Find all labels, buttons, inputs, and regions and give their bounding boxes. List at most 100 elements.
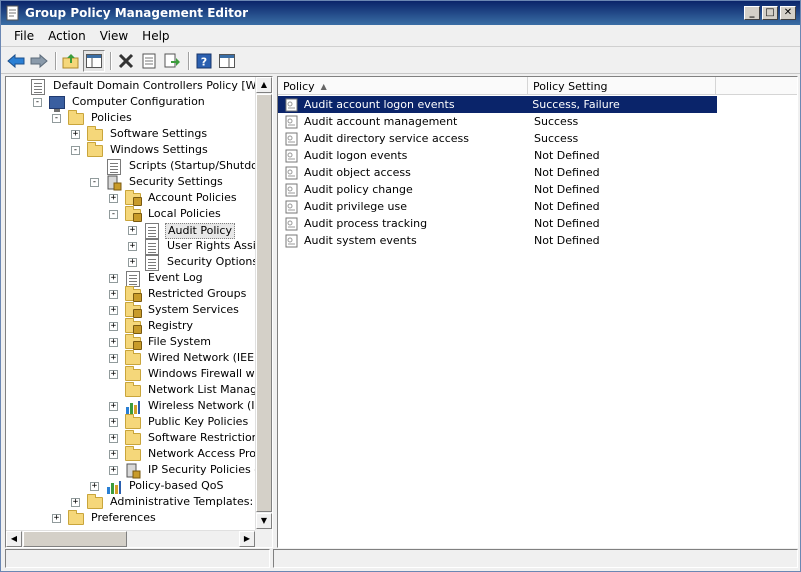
minimize-button[interactable]: _ — [744, 6, 760, 20]
tree-item[interactable]: + Audit Policy — [6, 223, 256, 239]
menu-help[interactable]: Help — [135, 27, 176, 45]
expand-icon[interactable]: + — [109, 274, 118, 283]
status-pane-right — [273, 549, 798, 568]
tree-item[interactable]: + Account Policies — [6, 190, 256, 207]
expand-icon[interactable]: + — [71, 130, 80, 139]
policy-row[interactable]: Audit directory service access Success — [278, 130, 720, 147]
scroll-thumb[interactable] — [256, 94, 272, 512]
expand-icon[interactable]: + — [109, 338, 118, 347]
security-folder-icon — [125, 190, 142, 206]
tree-vertical-scrollbar[interactable]: ▲ ▼ — [255, 77, 272, 530]
collapse-icon[interactable]: - — [109, 210, 118, 219]
expand-icon[interactable]: + — [128, 226, 137, 235]
policy-row[interactable]: Audit privilege use Not Defined — [278, 198, 720, 215]
hscroll-thumb[interactable] — [23, 531, 127, 547]
tree-item[interactable]: - Local Policies — [6, 206, 256, 223]
tree-item[interactable]: - Computer Configuration — [6, 95, 256, 112]
forward-button[interactable] — [28, 50, 50, 72]
tree-item[interactable]: + Policy-based QoS — [6, 479, 256, 495]
tree-item[interactable]: Scripts (Startup/Shutdown) — [6, 159, 256, 175]
tree-item[interactable]: + Event Log — [6, 271, 256, 287]
policy-row[interactable]: Audit system events Not Defined — [278, 232, 720, 249]
main-panes: Default Domain Controllers Policy [W8STD… — [5, 76, 798, 549]
properties-button[interactable] — [138, 50, 160, 72]
show-hide-tree-button[interactable] — [83, 49, 105, 72]
tree-item[interactable]: + User Rights Assignmen — [6, 239, 256, 255]
scroll-up-button[interactable]: ▲ — [256, 77, 272, 93]
policy-row[interactable]: Audit account logon events Success, Failu… — [278, 96, 717, 113]
expand-icon[interactable]: + — [109, 194, 118, 203]
scroll-down-button[interactable]: ▼ — [256, 513, 272, 529]
collapse-icon[interactable]: - — [33, 98, 42, 107]
tree-item[interactable]: - Windows Settings — [6, 142, 256, 159]
tree-item[interactable]: + System Services — [6, 302, 256, 319]
column-header-policy-setting[interactable]: Policy Setting — [528, 77, 716, 95]
scroll-left-button[interactable]: ◀ — [6, 531, 22, 547]
tree-item[interactable]: Network List Manager Polic — [6, 382, 256, 399]
policy-name: Audit account management — [304, 115, 458, 128]
collapse-icon[interactable]: - — [52, 114, 61, 123]
tree-item[interactable]: + Software Settings — [6, 126, 256, 143]
expand-icon[interactable]: + — [90, 482, 99, 491]
tree-item[interactable]: Default Domain Controllers Policy [W8STD… — [6, 79, 256, 95]
details-pane[interactable]: Policy ▲ Policy Setting Audit account lo… — [277, 76, 798, 548]
policy-row[interactable]: Audit process tracking Not Defined — [278, 215, 720, 232]
tree-item[interactable]: + IP Security Policies on Activ — [6, 463, 256, 479]
close-button[interactable]: ✕ — [780, 6, 796, 20]
show-hide-action-pane-button[interactable] — [216, 50, 238, 72]
expand-icon[interactable]: + — [109, 418, 118, 427]
policy-name: Audit policy change — [304, 183, 413, 196]
tree-item[interactable]: - Security Settings — [6, 175, 256, 191]
column-header-policy[interactable]: Policy ▲ — [278, 77, 528, 95]
maximize-button[interactable]: □ — [762, 6, 778, 20]
menu-action[interactable]: Action — [41, 27, 93, 45]
export-list-button[interactable] — [161, 50, 183, 72]
svg-text:?: ? — [201, 55, 207, 68]
tree-item[interactable]: + Preferences — [6, 510, 256, 527]
tree-item[interactable]: + Windows Firewall with Adva — [6, 366, 256, 383]
collapse-icon[interactable]: - — [71, 146, 80, 155]
expand-icon[interactable]: + — [109, 466, 118, 475]
expand-icon[interactable]: + — [128, 242, 137, 251]
expand-icon[interactable]: + — [128, 258, 137, 267]
expand-icon[interactable]: + — [109, 322, 118, 331]
expand-icon[interactable]: + — [109, 290, 118, 299]
expand-icon[interactable]: + — [109, 450, 118, 459]
console-tree[interactable]: Default Domain Controllers Policy [W8STD… — [5, 76, 273, 548]
tree-item[interactable]: + Administrative Templates: Policy de — [6, 494, 256, 511]
delete-button[interactable] — [115, 50, 137, 72]
tree-item[interactable]: + Security Options — [6, 255, 256, 271]
scroll-right-button[interactable]: ▶ — [239, 531, 255, 547]
tree-item[interactable]: + Software Restriction Policie — [6, 430, 256, 447]
expand-icon[interactable]: + — [109, 306, 118, 315]
tree-item-label: Local Policies — [148, 207, 221, 220]
tree-item[interactable]: + Wired Network (IEEE 802.3 — [6, 350, 256, 367]
tree-item[interactable]: + Restricted Groups — [6, 286, 256, 303]
menu-view[interactable]: View — [93, 27, 135, 45]
menu-file[interactable]: File — [7, 27, 41, 45]
tree-item[interactable]: + Registry — [6, 318, 256, 335]
expand-icon[interactable]: + — [109, 402, 118, 411]
tree-item[interactable]: + File System — [6, 334, 256, 351]
back-button[interactable] — [5, 50, 27, 72]
policy-row[interactable]: Audit object access Not Defined — [278, 164, 720, 181]
up-button[interactable] — [60, 50, 82, 72]
expand-icon[interactable]: + — [109, 434, 118, 443]
tree-horizontal-scrollbar[interactable]: ◀ ▶ — [6, 530, 256, 547]
policy-row[interactable]: Audit policy change Not Defined — [278, 181, 720, 198]
audit-policy-icon — [282, 149, 302, 163]
tree-item[interactable]: + Public Key Policies — [6, 414, 256, 431]
expand-icon[interactable]: + — [109, 354, 118, 363]
tree-item[interactable]: - Policies — [6, 110, 256, 127]
collapse-icon[interactable]: - — [90, 178, 99, 187]
help-button[interactable]: ? — [193, 50, 215, 72]
tree-item[interactable]: + Network Access Protection — [6, 446, 256, 463]
title-bar[interactable]: Group Policy Management Editor _ □ ✕ — [1, 1, 800, 25]
expand-icon[interactable]: + — [52, 514, 61, 523]
policy-row[interactable]: Audit account management Success — [278, 113, 720, 130]
expand-icon[interactable]: + — [71, 498, 80, 507]
expand-icon[interactable]: + — [109, 370, 118, 379]
policy-row[interactable]: Audit logon events Not Defined — [278, 147, 720, 164]
tree-item[interactable]: + Wireless Network (IEEE 80: — [6, 399, 256, 415]
status-pane-left — [5, 549, 270, 568]
